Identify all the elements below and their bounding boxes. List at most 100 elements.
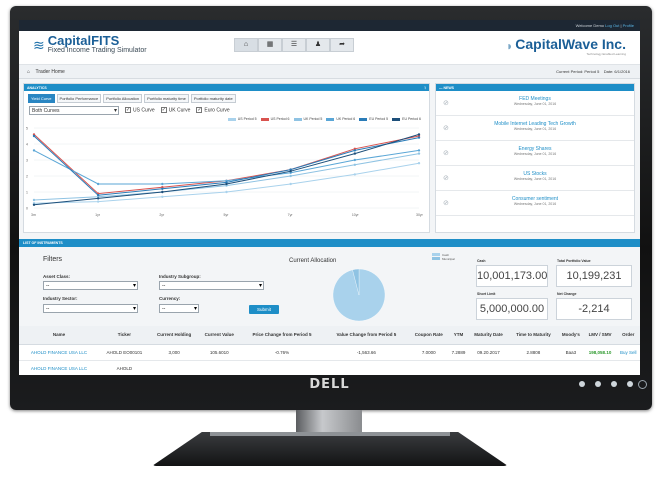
data-point[interactable] — [417, 133, 421, 136]
col-ticker[interactable]: Ticker — [98, 326, 150, 345]
data-point[interactable] — [417, 136, 421, 139]
data-point[interactable] — [32, 134, 36, 138]
legend-eu-p5: EU Period 5 — [359, 117, 388, 121]
share-icon[interactable]: ➦ — [330, 38, 354, 52]
col-value-change[interactable]: Value Change from Period 5 — [323, 326, 409, 345]
curve-controls: Both Curves ✓US Curve ✓UK Curve ✓Euro Cu… — [24, 106, 429, 115]
data-point[interactable] — [96, 197, 100, 200]
table-header-row: Name Ticker Current Holding Current Valu… — [19, 326, 640, 345]
industry-sector-select[interactable]: -- — [43, 304, 138, 313]
data-point[interactable] — [417, 149, 421, 152]
list-icon[interactable]: ☰ — [282, 38, 306, 52]
data-point[interactable] — [289, 182, 292, 186]
tab-yield-curve[interactable]: Yield Curve — [28, 94, 55, 103]
monitor-base — [152, 432, 508, 466]
data-point[interactable] — [161, 195, 164, 198]
data-point[interactable] — [161, 187, 164, 190]
data-point[interactable] — [225, 190, 228, 194]
data-point[interactable] — [96, 200, 100, 203]
data-point[interactable] — [32, 198, 36, 202]
chart-icon[interactable]: ⌇ — [424, 86, 426, 90]
chart-legend: US Period 5 US Period 6 UK Period 5 UK P… — [24, 115, 429, 123]
logout-link[interactable]: Log Out — [605, 23, 619, 28]
data-point[interactable] — [353, 163, 357, 166]
data-point[interactable] — [32, 203, 36, 206]
curve-select[interactable]: Both Curves — [29, 106, 119, 115]
news-item[interactable]: ⊘ FED Meetings Wednesday, June 01, 2016 — [436, 91, 634, 116]
tab-maturity-date[interactable]: Portfolio maturity date — [190, 94, 236, 103]
news-item[interactable]: ⊘ Energy Shares Wednesday, June 01, 2016 — [436, 141, 634, 166]
col-value[interactable]: Current Value — [198, 326, 241, 345]
home-icon[interactable]: ⌂ — [27, 69, 30, 75]
cell-name[interactable]: AHOLD FINANCE USA LLC — [19, 344, 99, 361]
col-name[interactable]: Name — [19, 326, 99, 345]
us-curve-checkbox[interactable]: ✓ US Curve — [125, 107, 155, 114]
cell-maturity: 09.20.2017 — [468, 344, 509, 361]
news-item[interactable]: ⊘ US Stocks Wednesday, June 01, 2016 — [436, 166, 634, 191]
col-ytm[interactable]: YTM — [448, 326, 469, 345]
data-point[interactable] — [353, 173, 357, 176]
data-point[interactable] — [289, 174, 292, 178]
data-point[interactable] — [353, 158, 357, 162]
profile-link[interactable]: Profile — [623, 23, 634, 28]
news-item[interactable]: ⊘ Mobile Internet Leading Tech Growth Wedn… — [436, 116, 634, 141]
y-tick-label: 1 — [26, 191, 28, 195]
tab-portfolio-performance[interactable]: Portfolio Performance — [56, 94, 102, 103]
analytics-panel: ANALYTICS ⌇ Yield Curve Portfolio Perform… — [23, 83, 430, 233]
cell-ytm: 7.2889 — [448, 344, 469, 361]
x-tick-label: 3m — [31, 213, 36, 217]
net-change-label: Net Change — [557, 292, 577, 296]
instruments-table: Name Ticker Current Holding Current Valu… — [19, 326, 640, 375]
col-coupon[interactable]: Coupon Rate — [408, 326, 449, 345]
asset-class-select[interactable]: -- — [43, 281, 138, 290]
tab-maturity-time[interactable]: Portfolio maturity time — [144, 94, 189, 103]
col-holding[interactable]: Current Holding — [149, 326, 199, 345]
data-point[interactable] — [161, 182, 164, 186]
table-row[interactable]: AHOLD FINANCE USA LLC AHOLD — [19, 360, 640, 375]
cell-price-change: -0.76% — [240, 344, 324, 361]
submit-button[interactable]: Submit — [249, 305, 279, 314]
legend-uk-p6: UK Period 6 — [326, 117, 355, 121]
data-point[interactable] — [96, 194, 100, 197]
col-order[interactable]: Order — [616, 326, 640, 345]
allocation-title: Current Allocation — [289, 258, 337, 264]
cell-name[interactable]: AHOLD FINANCE USA LLC — [19, 360, 99, 375]
data-point[interactable] — [353, 149, 357, 152]
monitor-buttons — [579, 381, 633, 387]
data-point[interactable] — [96, 182, 100, 186]
data-point[interactable] — [225, 182, 228, 186]
power-button[interactable] — [638, 380, 647, 389]
series-line — [33, 133, 420, 206]
data-point[interactable] — [161, 190, 164, 194]
users-icon[interactable]: ♟ — [306, 38, 330, 52]
home-icon[interactable]: ⌂ — [234, 38, 258, 52]
data-point[interactable] — [289, 170, 292, 173]
industry-subgroup-select[interactable]: -- — [159, 281, 264, 290]
currency-label: Currency: — [159, 296, 181, 301]
data-point[interactable] — [353, 152, 357, 155]
welcome-text: Welcome — [575, 23, 593, 28]
username: Demo — [593, 23, 605, 28]
data-point[interactable] — [417, 152, 421, 155]
industry-sector-label: Industry Sector: — [43, 296, 78, 301]
col-maturity[interactable]: Maturity Date — [468, 326, 509, 345]
x-tick-label: 30yr — [416, 213, 424, 217]
instruments-header: LIST OF INSTRUMENTS — [19, 239, 640, 247]
col-lmv[interactable]: LMV / SMV — [583, 326, 617, 345]
logo[interactable]: ≋ CapitalFITS Fixed Income Trading Simul… — [33, 34, 147, 55]
news-item[interactable]: ⊘ Consumer sentiment Wednesday, June 01, 2… — [436, 191, 634, 216]
legend-us-p5: US Period 5 — [228, 117, 257, 121]
uk-curve-checkbox[interactable]: ✓ UK Curve — [160, 107, 190, 114]
col-moodys[interactable]: Moody's — [558, 326, 584, 345]
calculator-icon[interactable]: ▦ — [258, 38, 282, 52]
col-time[interactable]: Time to Maturity — [508, 326, 559, 345]
col-price-change[interactable]: Price Change from Period 5 — [240, 326, 324, 345]
currency-select[interactable]: -- — [159, 304, 199, 313]
buy-sell-link[interactable]: Buy Sell — [616, 344, 640, 361]
tab-portfolio-allocation[interactable]: Portfolio Allocation — [103, 94, 143, 103]
table-row[interactable]: AHOLD FINANCE USA LLC AHOLD EO00101 3,00… — [19, 344, 640, 361]
data-point[interactable] — [32, 149, 36, 152]
data-point[interactable] — [417, 162, 421, 165]
cash-label: Cash — [477, 259, 486, 263]
euro-curve-checkbox[interactable]: ✓ Euro Curve — [196, 107, 230, 114]
